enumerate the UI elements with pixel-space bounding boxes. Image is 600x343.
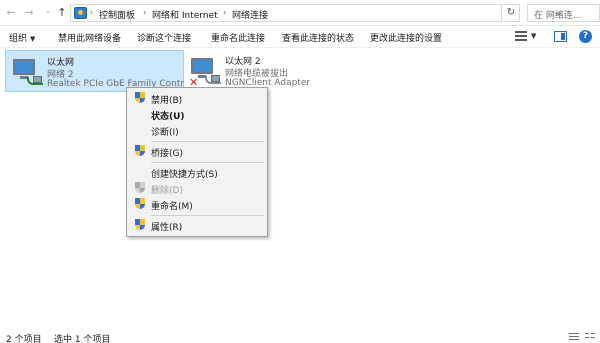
menu-item-diagnose[interactable]: 诊断(I) <box>129 123 266 138</box>
menu-item-label: 禁用(B) <box>151 96 183 106</box>
menu-item-label: 状态(U) <box>151 112 185 122</box>
menu-item-properties[interactable]: 属性(R) <box>129 218 266 233</box>
menu-separator <box>151 215 264 216</box>
preview-pane-icon[interactable] <box>554 31 567 42</box>
uac-shield-icon <box>135 92 146 104</box>
selected-count: 选中 1 个项目 <box>54 335 111 343</box>
menu-item-create-shortcut[interactable]: 创建快捷方式(S) <box>129 165 266 180</box>
address-box[interactable]: › 控制面板 › 网络和 Internet › 网络连接 ⌄ <box>70 4 562 22</box>
menu-item-label: 桥接(G) <box>151 149 183 159</box>
uac-shield-icon <box>135 198 146 210</box>
item-count: 2 个项目 <box>6 335 42 343</box>
caret-down-icon: ▼ <box>30 35 36 43</box>
breadcrumb-separator-icon[interactable]: › <box>90 8 93 17</box>
command-bar: 组织 ▼ 禁用此网络设备 诊断这个连接 重命名此连接 查看此连接的状态 更改此连接… <box>0 26 600 48</box>
menu-item-bridge[interactable]: 桥接(G) <box>129 144 266 159</box>
menu-separator <box>151 162 264 163</box>
up-arrow-icon[interactable]: ↑ <box>55 5 69 21</box>
breadcrumb-network-internet[interactable]: 网络和 Internet <box>152 8 218 21</box>
status-bar: 2 个项目 选中 1 个项目 <box>0 331 600 343</box>
breadcrumb-separator-icon[interactable]: › <box>223 8 226 17</box>
menu-item-label: 属性(R) <box>151 223 183 233</box>
adapter-item-ethernet[interactable]: 以太网 网络 2 Realtek PCIe GbE Family Contr..… <box>5 50 184 92</box>
menu-item-rename[interactable]: 重命名(M) <box>129 197 266 212</box>
address-bar-row: ← → ⌄ ↑ › 控制面板 › 网络和 Internet › 网络连接 ⌄ ↻… <box>0 0 600 26</box>
context-menu: 禁用(B) 状态(U) 诊断(I) 桥接(G) 创建快捷方式(S) 删除(D) … <box>126 87 268 237</box>
network-adapter-icon <box>11 57 43 87</box>
disable-device-button[interactable]: 禁用此网络设备 <box>58 31 121 44</box>
organize-menu[interactable]: 组织 ▼ <box>9 31 35 44</box>
recent-locations-chevron-icon[interactable]: ⌄ <box>45 7 51 15</box>
menu-item-label: 诊断(I) <box>151 128 179 138</box>
search-input[interactable]: 在 网络连... <box>527 4 600 22</box>
breadcrumb-separator-icon[interactable]: › <box>143 8 146 17</box>
diagnose-connection-button[interactable]: 诊断这个连接 <box>137 31 191 44</box>
menu-item-label: 创建快捷方式(S) <box>151 170 218 180</box>
view-status-button[interactable]: 查看此连接的状态 <box>282 31 354 44</box>
menu-item-disable[interactable]: 禁用(B) <box>129 91 266 106</box>
uac-shield-icon <box>135 182 146 194</box>
breadcrumb-network-connections[interactable]: 网络连接 <box>232 8 268 21</box>
change-settings-button[interactable]: 更改此连接的设置 <box>370 31 442 44</box>
menu-item-label: 重命名(M) <box>151 202 193 212</box>
uac-shield-icon <box>135 219 146 231</box>
view-dropdown-icon[interactable]: ▼ <box>531 32 536 40</box>
control-panel-icon <box>74 7 87 19</box>
menu-item-delete: 删除(D) <box>129 181 266 196</box>
menu-item-label: 删除(D) <box>151 186 183 196</box>
tiles-view-icon[interactable] <box>585 333 595 341</box>
menu-separator <box>151 141 264 142</box>
rename-connection-button[interactable]: 重命名此连接 <box>211 31 265 44</box>
menu-item-status[interactable]: 状态(U) <box>129 107 266 122</box>
help-icon[interactable]: ? <box>579 30 592 43</box>
network-adapter-icon: ✕ <box>189 56 221 88</box>
forward-arrow-icon[interactable]: → <box>22 5 36 21</box>
details-view-icon[interactable] <box>569 333 579 341</box>
uac-shield-icon <box>135 145 146 157</box>
view-options-icon[interactable] <box>515 31 527 42</box>
back-arrow-icon[interactable]: ← <box>4 5 18 21</box>
search-placeholder: 在 网络连... <box>534 11 582 21</box>
refresh-icon[interactable]: ↻ <box>503 4 520 22</box>
adapter-item-ethernet-2[interactable]: ✕ 以太网 2 网络电缆被拔出 NGNClient Adapter <box>184 50 334 92</box>
breadcrumb-control-panel[interactable]: 控制面板 <box>99 8 135 21</box>
organize-label: 组织 <box>9 34 28 44</box>
